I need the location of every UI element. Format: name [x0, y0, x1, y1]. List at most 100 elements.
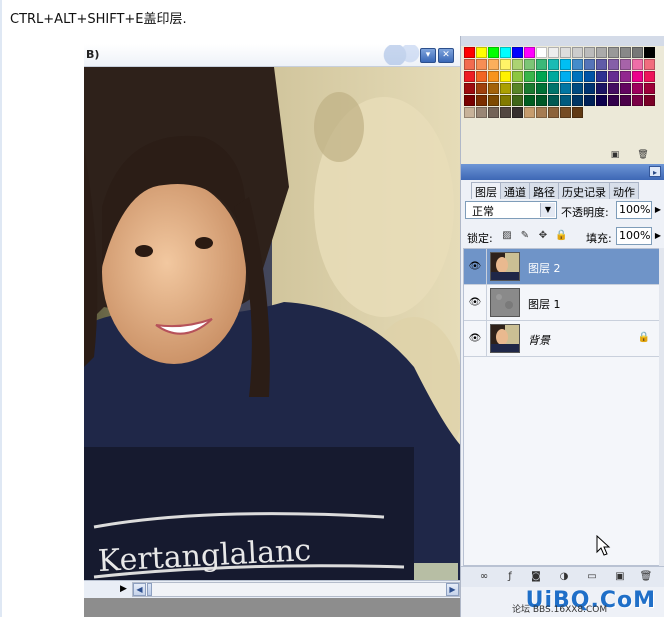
color-swatch[interactable] [464, 71, 475, 82]
color-swatch[interactable] [488, 95, 499, 106]
color-swatch[interactable] [524, 71, 535, 82]
color-swatch[interactable] [476, 71, 487, 82]
color-swatch[interactable] [560, 95, 571, 106]
lock-move-icon[interactable]: ✥ [537, 230, 549, 242]
color-swatch[interactable] [548, 71, 559, 82]
color-swatch[interactable] [536, 107, 547, 118]
lock-all-icon[interactable]: 🔒 [555, 230, 567, 242]
scroll-right-icon[interactable]: ▶ [446, 583, 459, 596]
color-swatch[interactable] [620, 83, 631, 94]
color-swatch[interactable] [632, 71, 643, 82]
color-swatch[interactable] [488, 47, 499, 58]
layers-panel-titlebar[interactable]: ▸ [461, 164, 664, 180]
tab-paths[interactable]: 路径 [529, 182, 559, 199]
color-swatch[interactable] [608, 47, 619, 58]
color-swatch[interactable] [560, 107, 571, 118]
color-swatch[interactable] [584, 47, 595, 58]
color-swatch[interactable] [476, 83, 487, 94]
color-swatch[interactable] [476, 95, 487, 106]
color-swatch[interactable] [572, 59, 583, 70]
color-swatch[interactable] [524, 59, 535, 70]
fill-arrow-icon[interactable]: ▶ [654, 227, 662, 245]
visibility-cell[interactable]: 👁 [464, 321, 487, 356]
color-swatch[interactable] [620, 47, 631, 58]
scroll-left-icon[interactable]: ◀ [133, 583, 146, 596]
color-swatch[interactable] [488, 83, 499, 94]
canvas-photo[interactable]: Kertanglalanc [84, 67, 462, 584]
color-swatch[interactable] [644, 47, 655, 58]
color-swatch[interactable] [548, 47, 559, 58]
color-swatch[interactable] [476, 107, 487, 118]
color-swatch[interactable] [584, 83, 595, 94]
color-swatch[interactable] [524, 83, 535, 94]
color-swatch[interactable] [476, 59, 487, 70]
color-swatch[interactable] [500, 107, 511, 118]
visibility-cell[interactable]: 👁 [464, 249, 487, 284]
color-swatch[interactable] [548, 95, 559, 106]
color-swatch[interactable] [608, 95, 619, 106]
layer-row-background[interactable]: 👁 背景 🔒 [464, 321, 662, 357]
color-swatch[interactable] [596, 95, 607, 106]
color-swatch[interactable] [644, 71, 655, 82]
eye-icon[interactable]: 👁 [468, 333, 482, 345]
color-swatch[interactable] [572, 71, 583, 82]
layer-style-icon[interactable]: ƒ [503, 571, 517, 583]
tab-history[interactable]: 历史记录 [558, 182, 610, 199]
color-swatch[interactable] [644, 83, 655, 94]
color-swatch[interactable] [596, 71, 607, 82]
color-swatch[interactable] [560, 83, 571, 94]
color-swatch[interactable] [644, 95, 655, 106]
horizontal-scrollbar[interactable]: ◀ ▶ [132, 582, 460, 597]
color-swatch[interactable] [500, 95, 511, 106]
color-swatch[interactable] [560, 71, 571, 82]
color-swatch[interactable] [632, 47, 643, 58]
adjustment-layer-icon[interactable]: ◑ [557, 571, 571, 583]
color-swatch[interactable] [596, 47, 607, 58]
minimize-button[interactable]: ▾ [420, 48, 436, 63]
color-swatch[interactable] [464, 107, 475, 118]
color-swatch[interactable] [524, 95, 535, 106]
color-swatch[interactable] [620, 71, 631, 82]
link-layers-icon[interactable]: ∞ [477, 571, 491, 583]
color-swatch[interactable] [560, 59, 571, 70]
color-swatch[interactable] [500, 59, 511, 70]
color-swatch[interactable] [596, 59, 607, 70]
color-swatch[interactable] [572, 83, 583, 94]
color-swatch[interactable] [572, 107, 583, 118]
tab-layers[interactable]: 图层 [471, 182, 501, 199]
color-swatch[interactable] [584, 95, 595, 106]
color-swatch[interactable] [632, 95, 643, 106]
color-swatch[interactable] [536, 95, 547, 106]
color-swatch[interactable] [512, 95, 523, 106]
color-swatch[interactable] [608, 71, 619, 82]
swatches-tab-strip[interactable] [461, 36, 664, 46]
layer-row-layer1[interactable]: 👁 图层 1 [464, 285, 662, 321]
color-swatch[interactable] [584, 59, 595, 70]
fill-input[interactable]: 100% [616, 227, 652, 245]
color-swatch[interactable] [536, 83, 547, 94]
delete-layer-icon[interactable]: 🗑 [639, 571, 653, 583]
color-swatch[interactable] [548, 107, 559, 118]
color-swatch[interactable] [512, 59, 523, 70]
color-swatch[interactable] [512, 107, 523, 118]
color-swatch[interactable] [500, 83, 511, 94]
blend-mode-select[interactable]: 正常 ▼ [465, 201, 557, 219]
layer-row-layer2[interactable]: 👁 图层 2 [464, 249, 662, 285]
color-swatch[interactable] [512, 47, 523, 58]
layer-list-scrollbar[interactable] [659, 248, 664, 566]
color-swatch[interactable] [596, 83, 607, 94]
new-layer-icon[interactable]: ▣ [613, 571, 627, 583]
color-swatch[interactable] [536, 47, 547, 58]
color-swatch[interactable] [620, 95, 631, 106]
delete-swatch-icon[interactable]: 🗑 [637, 149, 649, 161]
tab-actions[interactable]: 动作 [609, 182, 639, 199]
panel-menu-icon[interactable]: ▸ [649, 166, 661, 177]
color-swatch[interactable] [536, 59, 547, 70]
scroll-thumb[interactable] [147, 583, 152, 596]
color-swatch[interactable] [488, 107, 499, 118]
new-swatch-icon[interactable]: ▣ [609, 149, 621, 161]
opacity-input[interactable]: 100% [616, 201, 652, 219]
close-button[interactable]: ✕ [438, 48, 454, 63]
color-swatch[interactable] [488, 59, 499, 70]
color-swatch[interactable] [608, 83, 619, 94]
